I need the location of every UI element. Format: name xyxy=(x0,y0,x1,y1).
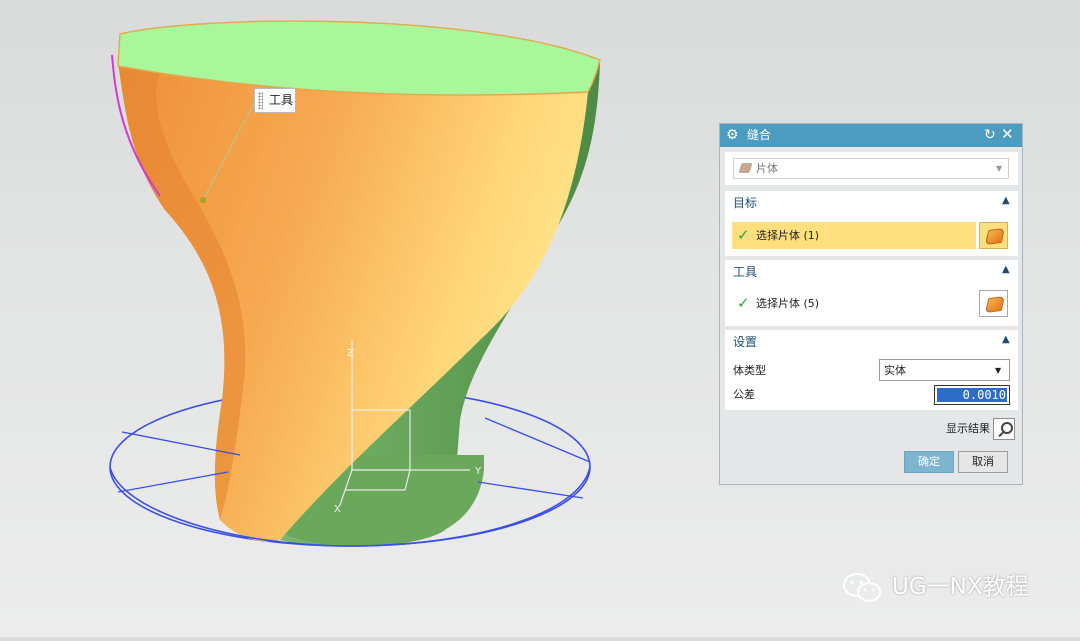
face-icon xyxy=(985,227,1005,246)
tolerance-label: 公差 xyxy=(733,388,755,401)
dialog-title: 缝合 xyxy=(747,128,772,142)
check-icon: ✓ xyxy=(737,226,750,244)
tag-anchor-point[interactable] xyxy=(199,196,207,204)
wcs-spoke-4 xyxy=(477,481,584,499)
wcs-spoke-2 xyxy=(484,417,591,463)
wechat-icon xyxy=(843,573,881,602)
body-type-value: 实体 xyxy=(884,364,906,377)
magnifier-handle xyxy=(998,430,1005,438)
tool-group: 工具 ▲ ✓ 选择片体 (5) xyxy=(725,260,1018,326)
target-select-row[interactable]: ✓ 选择片体 (1) xyxy=(732,222,976,249)
tool-header: 工具 xyxy=(733,265,758,279)
ok-button[interactable]: 确定 xyxy=(904,451,954,473)
tool-select-sheet-button[interactable] xyxy=(979,290,1008,317)
collapse-target-icon[interactable]: ▲ xyxy=(1002,195,1010,207)
chevron-down-icon: ▼ xyxy=(995,366,1002,375)
body-type-select[interactable]: 实体 ▼ xyxy=(879,359,1010,381)
sheet-body-icon xyxy=(738,163,753,173)
collapse-settings-icon[interactable]: ▲ xyxy=(1002,334,1010,346)
tool-tag[interactable]: 工具 xyxy=(254,88,296,113)
watermark: UG一NX教程 xyxy=(842,568,1052,610)
type-select[interactable]: 片体 ▼ xyxy=(733,158,1009,179)
grip-icon[interactable] xyxy=(258,92,263,109)
show-result-button[interactable] xyxy=(993,418,1015,440)
wcs-spoke-3 xyxy=(117,471,229,493)
close-icon[interactable]: ✕ xyxy=(1001,125,1014,144)
check-icon: ✓ xyxy=(737,294,750,312)
settings-header: 设置 xyxy=(733,335,758,349)
target-select-sheet-button[interactable] xyxy=(979,222,1008,249)
tolerance-value: 0.0010 xyxy=(937,388,1007,402)
cancel-button[interactable]: 取消 xyxy=(958,451,1008,473)
face-icon xyxy=(985,295,1005,314)
type-panel: 片体 ▼ xyxy=(725,152,1018,185)
target-group: 目标 ▲ ✓ 选择片体 (1) xyxy=(725,191,1018,256)
chevron-down-icon: ▼ xyxy=(996,164,1003,173)
tool-tag-label: 工具 xyxy=(269,93,294,107)
reset-icon[interactable]: ↻ xyxy=(984,126,996,144)
preview-label: 显示结果 xyxy=(946,422,990,435)
axis-label-y: Y xyxy=(474,466,482,477)
dialog-titlebar[interactable]: ⚙ 缝合 ↻ ✕ xyxy=(720,124,1022,147)
axis-label-x: X xyxy=(334,504,341,515)
gear-icon[interactable]: ⚙ xyxy=(726,127,739,143)
axis-label-z: Z xyxy=(347,348,354,359)
watermark-text: UG一NX教程 xyxy=(892,574,1029,600)
target-header: 目标 xyxy=(733,196,758,210)
tool-select-label: 选择片体 (5) xyxy=(756,297,820,310)
sew-dialog: ⚙ 缝合 ↻ ✕ 片体 ▼ 目标 ▲ ✓ 选择片体 (1) 工具 ▲ ✓ 选择片… xyxy=(719,123,1023,485)
tolerance-input[interactable]: 0.0010 xyxy=(934,385,1010,405)
settings-group: 设置 ▲ 体类型 实体 ▼ 公差 0.0010 xyxy=(725,330,1018,410)
target-select-label: 选择片体 (1) xyxy=(756,229,820,242)
body-type-label: 体类型 xyxy=(733,364,766,377)
collapse-tool-icon[interactable]: ▲ xyxy=(1002,264,1010,276)
tool-select-row[interactable]: ✓ 选择片体 (5) xyxy=(732,290,976,317)
type-value: 片体 xyxy=(756,162,778,175)
